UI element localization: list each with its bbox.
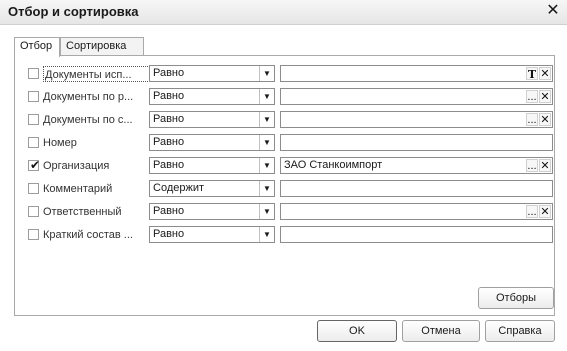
filter-field-name: Номер [43, 137, 77, 149]
filter-field-name: Краткий состав ... [43, 229, 133, 241]
dropdown-arrow-icon[interactable]: ▼ [259, 89, 274, 104]
filter-field-name: Документы по р... [43, 91, 134, 103]
condition-value: Равно [153, 205, 185, 217]
dropdown-arrow-icon[interactable]: ▼ [259, 204, 274, 219]
filter-field-name: Ответственный [43, 206, 122, 218]
filter-field-name: Документы исп... [43, 66, 158, 82]
tab-filter[interactable]: Отбор [14, 37, 60, 57]
dropdown-arrow-icon[interactable]: ▼ [259, 181, 274, 196]
filter-checkbox[interactable] [28, 91, 39, 102]
help-button[interactable]: Справка [485, 320, 555, 342]
select-ellipsis-button[interactable]: ... [526, 159, 538, 172]
title-bar: Отбор и сортировка ✕ [0, 0, 567, 25]
condition-value: Содержит [153, 182, 205, 194]
clear-icon[interactable]: ✕ [539, 159, 551, 172]
select-ellipsis-button[interactable]: ... [526, 90, 538, 103]
condition-value: Равно [153, 159, 185, 171]
condition-select[interactable]: Равно ▼ [149, 111, 275, 128]
filter-value-input[interactable] [280, 134, 553, 151]
filter-checkbox[interactable] [28, 183, 39, 194]
condition-value: Равно [153, 67, 185, 79]
filter-field-name: Документы по с... [43, 114, 133, 126]
condition-select[interactable]: Равно ▼ [149, 157, 275, 174]
dropdown-arrow-icon[interactable]: ▼ [259, 227, 274, 242]
dropdown-arrow-icon[interactable]: ▼ [259, 158, 274, 173]
condition-select[interactable]: Равно ▼ [149, 226, 275, 243]
clear-icon[interactable]: ✕ [539, 67, 551, 80]
select-ellipsis-button[interactable]: ... [526, 205, 538, 218]
filter-value-input[interactable] [280, 226, 553, 243]
window-title: Отбор и сортировка [8, 4, 139, 19]
condition-value: Равно [153, 90, 185, 102]
clear-icon[interactable]: ✕ [539, 113, 551, 126]
select-ellipsis-button[interactable]: ... [526, 113, 538, 126]
ok-button[interactable]: OK [317, 320, 397, 342]
filter-value-input[interactable]: ... ✕ [280, 88, 553, 105]
filter-value-input[interactable]: ... ✕ [280, 203, 553, 220]
filter-field-name: Комментарий [43, 183, 113, 195]
condition-select[interactable]: Равно ▼ [149, 134, 275, 151]
filter-checkbox[interactable]: ✔ [28, 158, 41, 172]
filter-value-input[interactable]: ... ✕ [280, 111, 553, 128]
clear-icon[interactable]: ✕ [539, 205, 551, 218]
cancel-button[interactable]: Отмена [402, 320, 480, 342]
filter-value-text: ЗАО Станкоимпорт [284, 159, 383, 171]
condition-select[interactable]: Равно ▼ [149, 65, 275, 82]
filter-field-name: Организация [43, 160, 110, 172]
text-type-icon[interactable]: T [526, 67, 538, 81]
filter-checkbox[interactable] [28, 68, 39, 79]
close-icon[interactable]: ✕ [545, 1, 561, 21]
filters-button[interactable]: Отборы [478, 287, 554, 309]
filter-checkbox[interactable] [28, 114, 39, 125]
condition-value: Равно [153, 228, 185, 240]
clear-icon[interactable]: ✕ [539, 90, 551, 103]
condition-select[interactable]: Равно ▼ [149, 203, 275, 220]
filter-checkbox[interactable] [28, 137, 39, 148]
condition-value: Равно [153, 136, 185, 148]
filter-checkbox[interactable] [28, 206, 39, 217]
condition-value: Равно [153, 113, 185, 125]
filter-value-input[interactable]: T ✕ [280, 65, 553, 82]
checkmark-icon: ✔ [30, 158, 41, 172]
dropdown-arrow-icon[interactable]: ▼ [259, 135, 274, 150]
dropdown-arrow-icon[interactable]: ▼ [259, 66, 274, 81]
condition-select[interactable]: Содержит ▼ [149, 180, 275, 197]
filter-value-input[interactable]: ЗАО Станкоимпорт... ✕ [280, 157, 553, 174]
filter-checkbox[interactable] [28, 229, 39, 240]
tab-sorting[interactable]: Сортировка [60, 37, 144, 55]
filter-value-input[interactable] [280, 180, 553, 197]
condition-select[interactable]: Равно ▼ [149, 88, 275, 105]
dropdown-arrow-icon[interactable]: ▼ [259, 112, 274, 127]
